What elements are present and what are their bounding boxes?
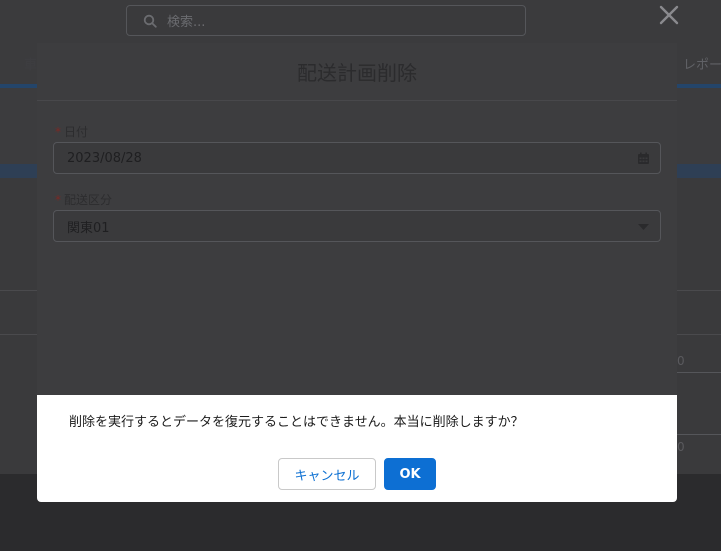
search-icon <box>143 14 157 28</box>
nav-item-reports[interactable]: レポー <box>683 54 721 73</box>
ok-button[interactable]: OK <box>384 458 436 490</box>
divider <box>677 434 721 435</box>
required-marker: * <box>55 192 61 207</box>
global-search-box[interactable]: 検索... <box>126 5 526 36</box>
cancel-button[interactable]: キャンセル <box>278 458 376 490</box>
date-label-text: 日付 <box>64 125 89 139</box>
date-value: 2023/08/28 <box>67 150 142 166</box>
chevron-down-icon <box>638 224 649 230</box>
confirm-message: 削除を実行するとデータを復元することはできません。本当に削除しますか？ <box>69 415 524 430</box>
date-input[interactable]: 2023/08/28 <box>53 142 661 174</box>
divider <box>677 372 721 373</box>
delivery-category-select[interactable]: 関東01 <box>53 210 661 242</box>
delivery-category-value: 関東01 <box>67 220 110 236</box>
modal-title: 配送計画削除 <box>297 61 417 85</box>
modal-header: 配送計画削除 <box>37 43 677 101</box>
nav-item-left[interactable]: 車 <box>24 54 37 73</box>
date-field-label: * 日付 <box>55 123 88 140</box>
search-placeholder: 検索... <box>167 15 206 30</box>
confirm-dialog: 削除を実行するとデータを復元することはできません。本当に削除しますか？ キャンセ… <box>37 395 677 502</box>
delivery-category-label: * 配送区分 <box>55 191 112 208</box>
table-cell: 0 <box>677 354 685 368</box>
calendar-icon[interactable] <box>637 152 650 165</box>
close-icon[interactable] <box>656 2 682 28</box>
table-cell: 0 <box>677 440 685 454</box>
delete-plan-modal: 配送計画削除 * 日付 2023/08/28 * 配送区分 関東01 <box>37 43 677 395</box>
required-marker: * <box>55 124 61 139</box>
delivery-category-label-text: 配送区分 <box>64 193 113 207</box>
